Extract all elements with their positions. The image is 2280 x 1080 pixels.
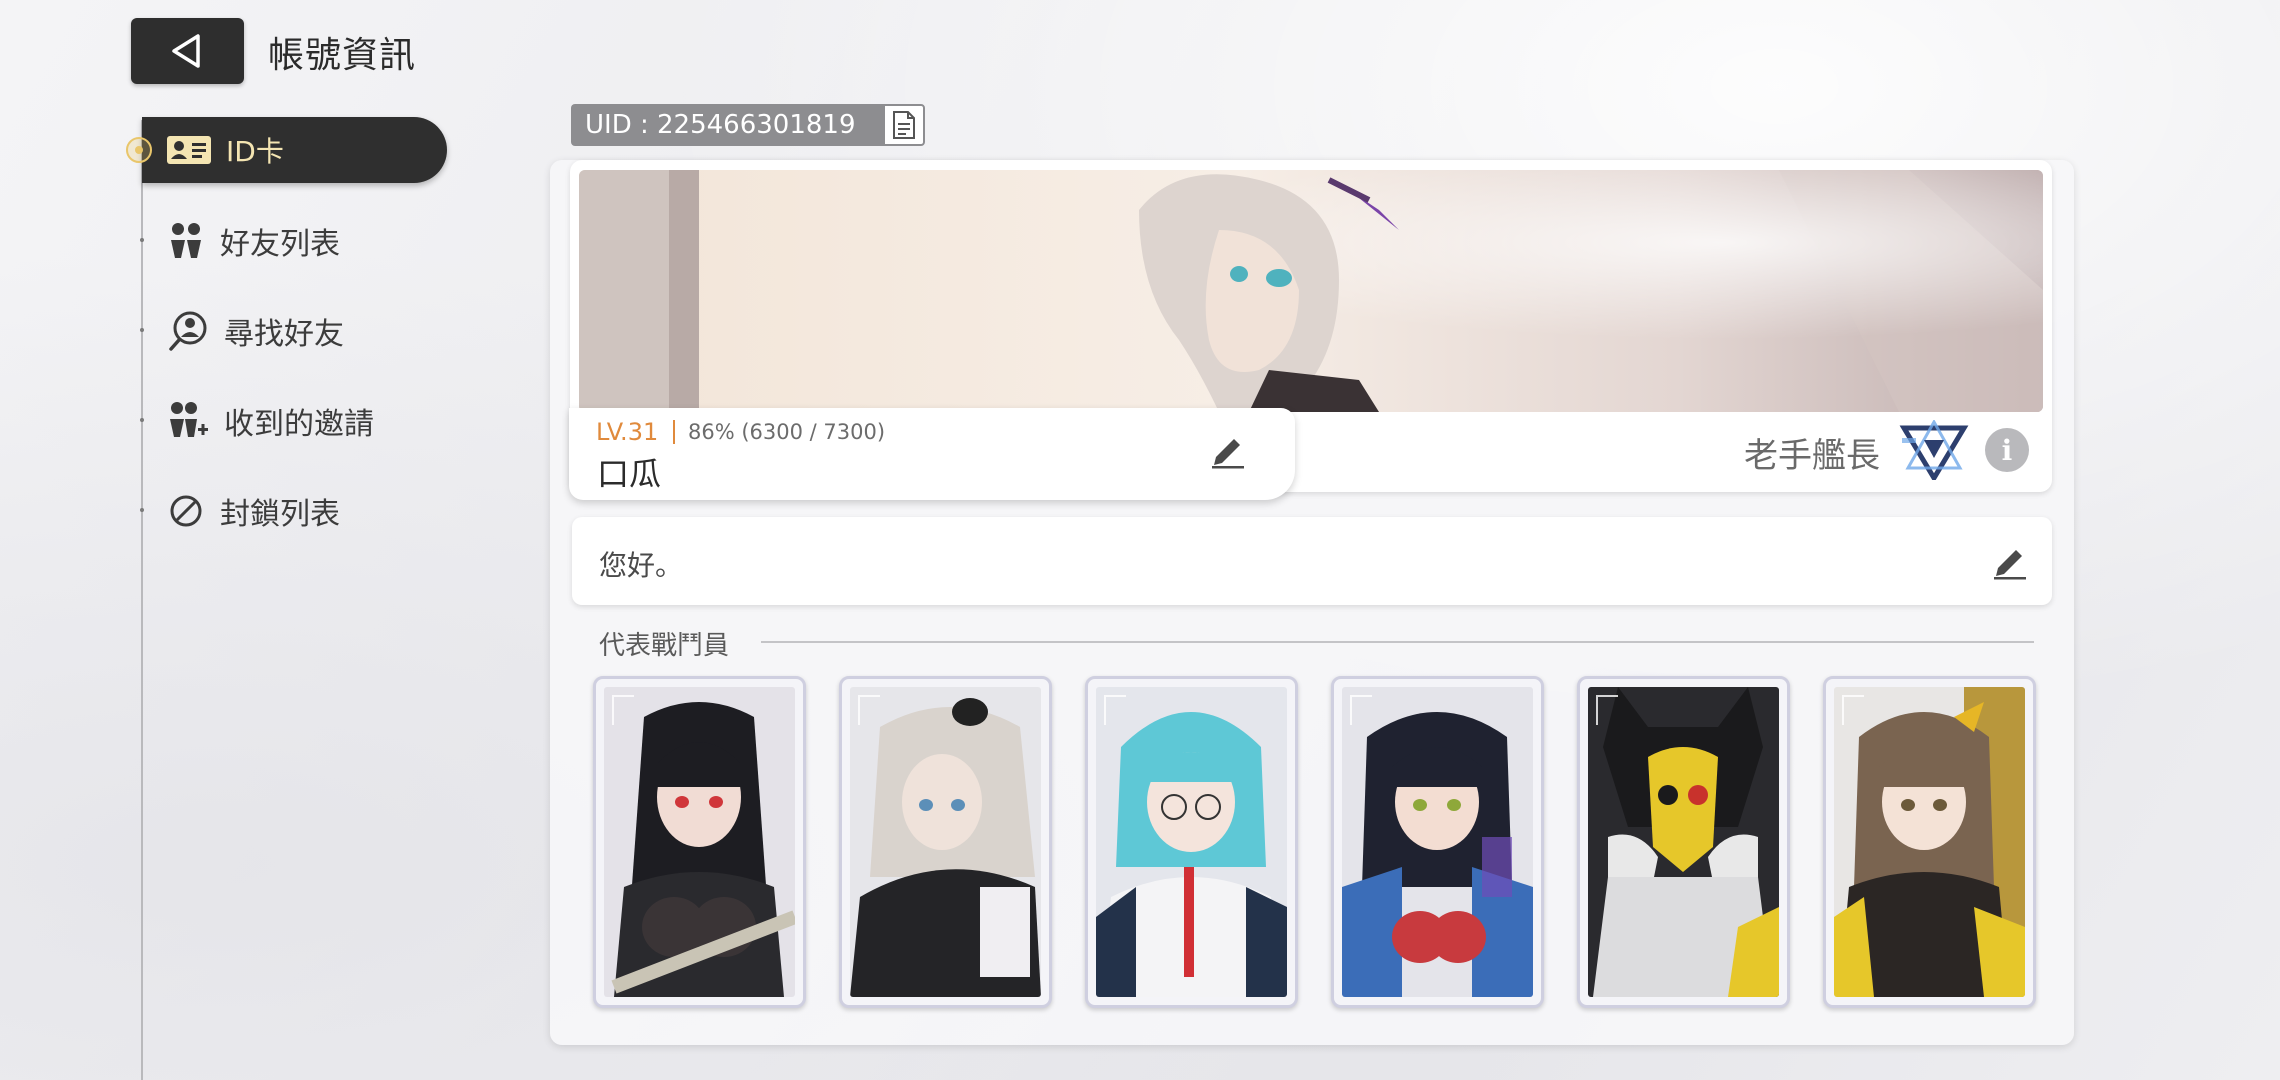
fighter-portrait (1588, 687, 1779, 997)
uid-text: UID : 225466301819 (585, 110, 856, 140)
pencil-icon (1212, 439, 1244, 469)
add-friend-icon (170, 402, 208, 437)
sidebar-item-label: ID卡 (226, 135, 284, 168)
fighter-card-2[interactable] (839, 676, 1052, 1008)
friends-icon (171, 223, 201, 258)
chevron-left-icon (171, 34, 200, 68)
active-indicator (126, 137, 152, 163)
sidebar-item-label: 收到的邀請 (224, 407, 374, 442)
sidebar-item-id-card[interactable]: ID卡 (142, 117, 447, 183)
sidebar-item-label: 封鎖列表 (220, 497, 340, 532)
fighter-card-6[interactable] (1823, 676, 2036, 1008)
player-name-card (569, 408, 1295, 500)
copy-uid-button[interactable] (883, 104, 925, 146)
info-button[interactable]: i (1985, 428, 2029, 472)
fighter-portrait (1342, 687, 1533, 997)
fighter-card-4[interactable] (1331, 676, 1544, 1008)
sidebar-item-label: 尋找好友 (224, 317, 344, 352)
document-icon (893, 111, 915, 139)
sidebar-item-find-friend[interactable]: 尋找好友 (168, 306, 344, 356)
fighter-card-5[interactable] (1577, 676, 1790, 1008)
id-card-icon (167, 136, 211, 164)
experience-progress: 86% (6300 / 7300) (688, 420, 886, 444)
uid-display: UID : 225466301819 (571, 104, 883, 146)
fighter-portrait (604, 687, 795, 997)
greeting-card[interactable] (572, 517, 2052, 605)
sidebar-item-block-list[interactable]: 封鎖列表 (168, 486, 340, 536)
level-divider (673, 420, 675, 444)
search-friend-icon (169, 311, 207, 351)
timeline-tick (140, 418, 144, 422)
fighter-portrait (1834, 687, 2025, 997)
fighter-card-3[interactable] (1085, 676, 1298, 1008)
section-divider (761, 641, 2034, 643)
edit-name-button[interactable] (1208, 433, 1248, 473)
block-icon (170, 495, 202, 527)
profile-banner-image[interactable] (579, 170, 2043, 412)
sidebar-item-friend-list[interactable]: 好友列表 (168, 216, 340, 266)
sidebar-item-label: 好友列表 (220, 227, 340, 262)
edit-greeting-button[interactable] (1990, 544, 2030, 584)
fighter-portrait (850, 687, 1041, 997)
timeline-tick (140, 508, 144, 512)
fighter-portrait (1096, 687, 1287, 997)
player-level: LV.31 (596, 418, 659, 446)
info-icon: i (2001, 433, 2013, 467)
page-title: 帳號資訊 (268, 35, 417, 76)
back-button[interactable] (131, 18, 244, 84)
pencil-icon (1994, 550, 2026, 580)
rank-title: 老手艦長 (1744, 436, 1880, 476)
sidebar-timeline (141, 120, 143, 1080)
fighter-card-1[interactable] (593, 676, 806, 1008)
sidebar-item-invitations[interactable]: 收到的邀請 (168, 396, 374, 446)
section-title-representative-fighters: 代表戰鬥員 (599, 631, 730, 661)
rank-badge-icon (1898, 418, 1970, 484)
timeline-tick (140, 328, 144, 332)
greeting-message: 您好。 (599, 549, 684, 582)
player-name: 口瓜 (597, 455, 662, 493)
timeline-tick (140, 238, 144, 242)
